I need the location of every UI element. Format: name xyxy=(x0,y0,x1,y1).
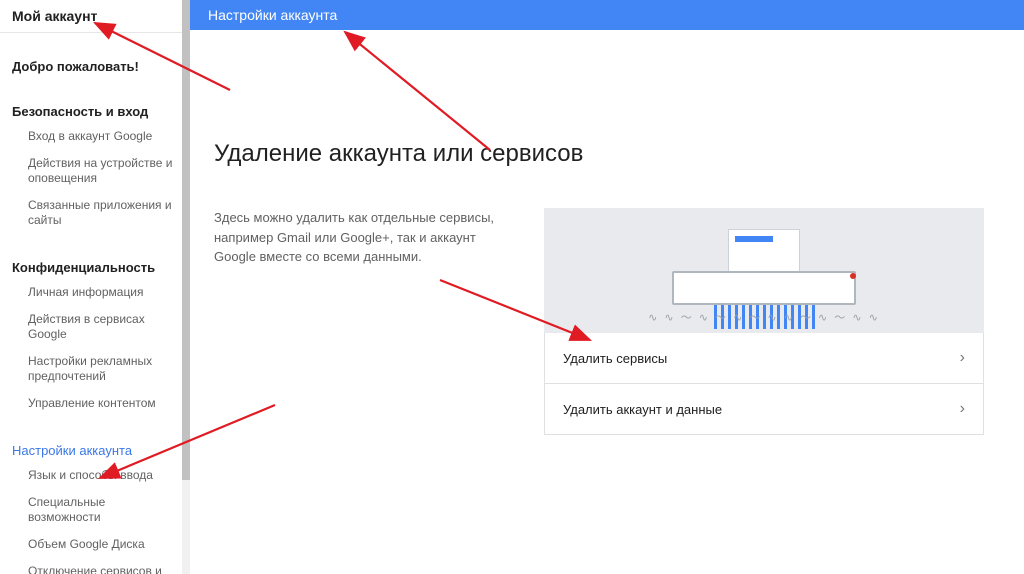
sidebar-heading-account-settings[interactable]: Настройки аккаунта xyxy=(0,439,190,462)
main-area: Настройки аккаунта Удаление аккаунта или… xyxy=(190,0,1024,574)
chevron-right-icon: › xyxy=(960,349,965,367)
header-bar: Настройки аккаунта xyxy=(190,0,1024,30)
sidebar-item-device-activity[interactable]: Действия на устройстве и оповещения xyxy=(0,150,190,192)
sidebar-title[interactable]: Мой аккаунт xyxy=(0,0,182,33)
shredder-illustration: ∿ ∿ ～ ∿ ～ ∿ ～ ∿ ∿ ～ ∿ ～ ∿ ∿ xyxy=(544,208,984,333)
sidebar-scrollbar-track[interactable] xyxy=(182,0,190,574)
sidebar-item-service-activity[interactable]: Действия в сервисах Google xyxy=(0,306,190,348)
sidebar-item-drive-storage[interactable]: Объем Google Диска xyxy=(0,531,190,558)
sidebar-welcome[interactable]: Добро пожаловать! xyxy=(0,55,190,78)
page-title: Удаление аккаунта или сервисов xyxy=(214,140,994,168)
sidebar-item-personal-info[interactable]: Личная информация xyxy=(0,279,190,306)
option-label: Удалить аккаунт и данные xyxy=(563,402,722,417)
sidebar-item-connected-apps[interactable]: Связанные приложения и сайты xyxy=(0,192,190,234)
content-area: Удаление аккаунта или сервисов Здесь мож… xyxy=(190,30,1024,435)
sidebar-scrollbar-thumb[interactable] xyxy=(182,0,190,480)
header-title: Настройки аккаунта xyxy=(208,7,337,23)
option-label: Удалить сервисы xyxy=(563,351,667,366)
content-row: Здесь можно удалить как отдельные сервис… xyxy=(214,208,994,435)
options-list: Удалить сервисы › Удалить аккаунт и данн… xyxy=(544,333,984,435)
chevron-right-icon: › xyxy=(960,400,965,418)
option-delete-services[interactable]: Удалить сервисы › xyxy=(545,333,983,384)
sidebar-heading-security[interactable]: Безопасность и вход xyxy=(0,100,190,123)
app-root: Мой аккаунт Добро пожаловать! Безопаснос… xyxy=(0,0,1024,574)
sidebar: Мой аккаунт Добро пожаловать! Безопаснос… xyxy=(0,0,190,574)
sidebar-item-signin[interactable]: Вход в аккаунт Google xyxy=(0,123,190,150)
sidebar-item-accessibility[interactable]: Специальные возможности xyxy=(0,489,190,531)
sidebar-item-language[interactable]: Язык и способы ввода xyxy=(0,462,190,489)
sidebar-item-delete-services[interactable]: Отключение сервисов и удаление аккаунта xyxy=(0,558,190,574)
option-delete-account-data[interactable]: Удалить аккаунт и данные › xyxy=(545,384,983,434)
sidebar-item-content-control[interactable]: Управление контентом xyxy=(0,390,190,417)
options-card: ∿ ∿ ～ ∿ ～ ∿ ～ ∿ ∿ ～ ∿ ～ ∿ ∿ Удалить серв… xyxy=(544,208,984,435)
sidebar-item-ads-settings[interactable]: Настройки рекламных предпочтений xyxy=(0,348,190,390)
sidebar-heading-privacy[interactable]: Конфиденциальность xyxy=(0,256,190,279)
page-description: Здесь можно удалить как отдельные сервис… xyxy=(214,208,514,267)
